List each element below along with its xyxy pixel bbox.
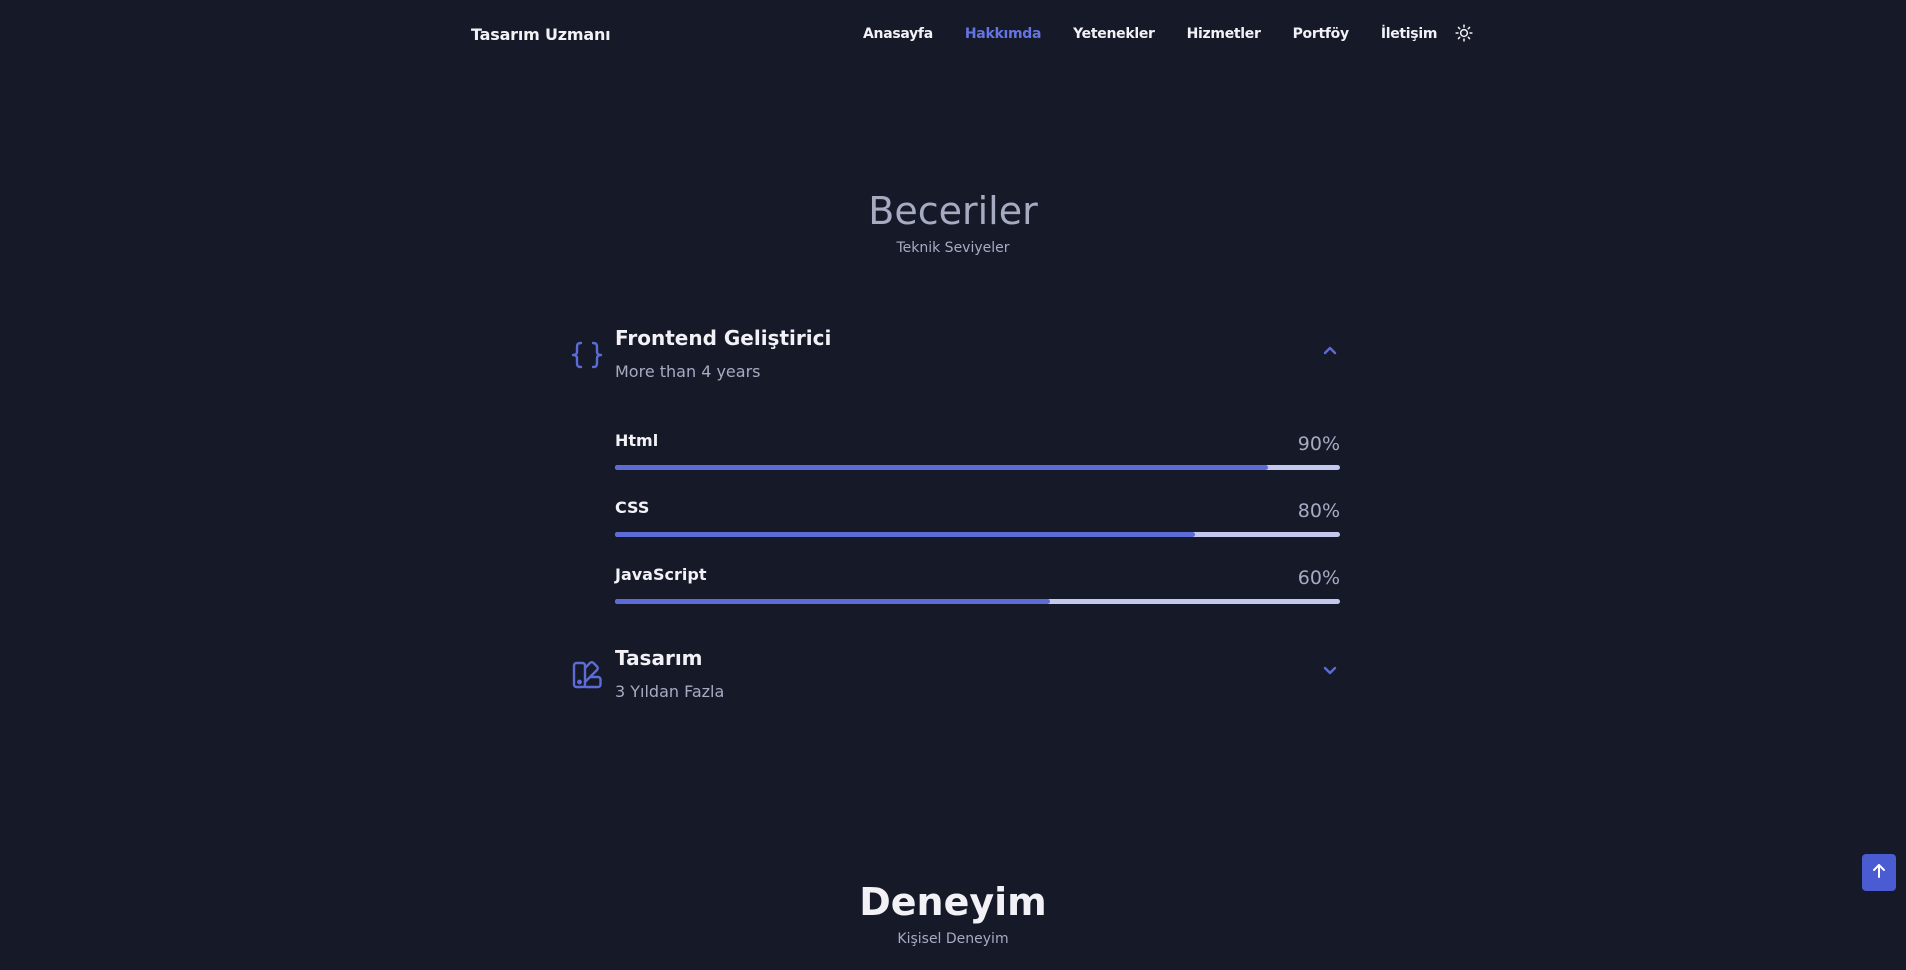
skill-group-title: Frontend Geliştirici	[615, 326, 832, 350]
skill-group-subtitle: 3 Yıldan Fazla	[615, 682, 725, 701]
skill-name: JavaScript	[615, 565, 707, 584]
skill-name: Html	[615, 431, 659, 450]
experience-title: Deneyim	[859, 880, 1047, 924]
skill-progress-fill	[615, 599, 1050, 604]
arrow-up-icon	[1872, 863, 1886, 883]
nav-item-portfoy[interactable]: Portföy	[1293, 26, 1350, 42]
code-braces-icon	[570, 338, 604, 372]
skill-progress-fill	[615, 532, 1195, 537]
skill-progress-track	[615, 532, 1340, 537]
chevron-down-icon[interactable]	[1320, 660, 1340, 680]
skill-group-subtitle: More than 4 years	[615, 362, 761, 381]
skill-progress-fill	[615, 465, 1268, 470]
skill-progress-track	[615, 599, 1340, 604]
nav-item-hakkimda[interactable]: Hakkımda	[965, 26, 1042, 42]
skill-name: CSS	[615, 498, 650, 517]
nav-item-anasayfa[interactable]: Anasayfa	[863, 26, 933, 42]
skill-group-frontend-header[interactable]: Frontend Geliştirici More than 4 years	[570, 326, 1340, 386]
skill-row-html: Html 90%	[615, 431, 1340, 471]
skill-group-design-header[interactable]: Tasarım 3 Yıldan Fazla	[570, 646, 1340, 706]
skill-percent: 60%	[1297, 567, 1340, 589]
skills-title: Beceriler	[868, 189, 1038, 233]
nav-item-hizmetler[interactable]: Hizmetler	[1187, 26, 1261, 42]
skill-percent: 90%	[1297, 433, 1340, 455]
skill-row-javascript: JavaScript 60%	[615, 565, 1340, 605]
skill-percent: 80%	[1297, 500, 1340, 522]
skill-group-title: Tasarım	[615, 646, 703, 670]
swatchbook-icon	[570, 658, 604, 692]
site-logo[interactable]: Tasarım Uzmanı	[471, 25, 611, 44]
nav-item-iletisim[interactable]: İletişim	[1381, 26, 1438, 42]
skills-subtitle: Teknik Seviyeler	[896, 240, 1010, 256]
experience-subtitle: Kişisel Deneyim	[897, 931, 1009, 947]
skill-progress-track	[615, 465, 1340, 470]
chevron-up-icon[interactable]	[1320, 340, 1340, 360]
nav-item-yetenekler[interactable]: Yetenekler	[1073, 26, 1155, 42]
sun-icon[interactable]	[1455, 24, 1473, 42]
top-navigation: Tasarım Uzmanı Anasayfa Hakkımda Yetenek…	[0, 0, 1906, 72]
nav-menu: Anasayfa Hakkımda Yetenekler Hizmetler P…	[863, 24, 1473, 42]
skill-row-css: CSS 80%	[615, 498, 1340, 538]
scroll-to-top-button[interactable]	[1862, 854, 1896, 891]
